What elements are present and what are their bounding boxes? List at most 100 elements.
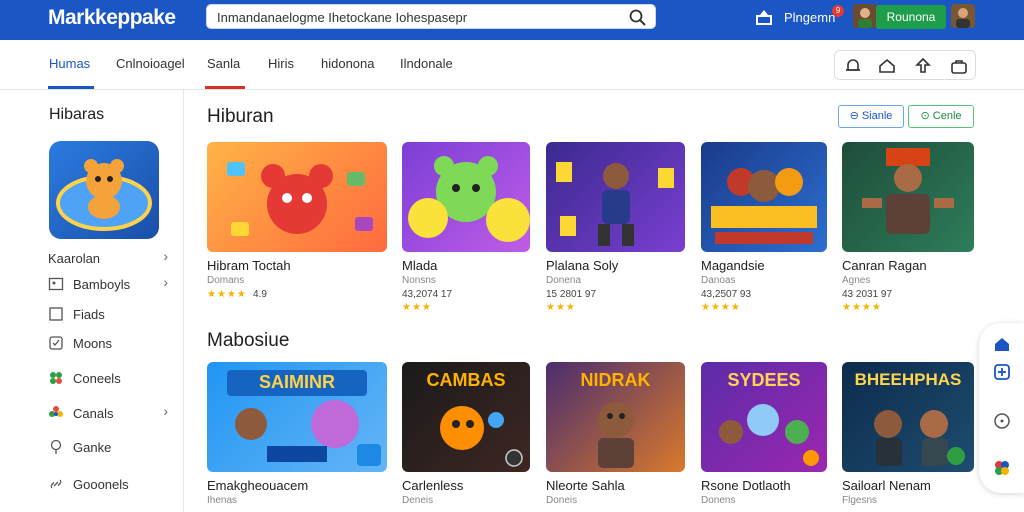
- game-thumbnail: [701, 142, 827, 252]
- pin-icon: [50, 439, 62, 454]
- game-thumbnail: [842, 142, 974, 252]
- game-publisher: Domans: [207, 275, 245, 286]
- rating-value: 43,2074 17: [402, 289, 453, 300]
- sidebar: Hibaras Kaarolan › Bamboyls › Fiads Moon…: [0, 90, 184, 512]
- filter-label: Cenle: [932, 110, 962, 122]
- game-card[interactable]: Mlada Nonsns 43,2074 17 ★★★: [402, 142, 530, 313]
- home-icon[interactable]: [877, 56, 897, 76]
- bell-icon[interactable]: [843, 56, 863, 76]
- tab-hidonona[interactable]: hidonona: [321, 56, 375, 71]
- game-card[interactable]: Plalana Soly Donena 15 2801 97 ★★★: [546, 142, 685, 313]
- game-thumbnail: [207, 142, 387, 252]
- sidebar-item-label: Moons: [73, 336, 113, 351]
- game-title: Hibram Toctah: [207, 258, 291, 273]
- game-card[interactable]: Magandsie Danoas 43,2507 93 ★★★★: [701, 142, 827, 313]
- game-banner-text: SAIMINR: [259, 372, 335, 392]
- rating-stars: ★★★★: [207, 289, 247, 300]
- sidebar-item-label: Canals: [73, 406, 114, 421]
- game-thumbnail: [546, 142, 685, 252]
- floating-action-rail: [979, 323, 1024, 493]
- game-card[interactable]: Canran Ragan Agnes 43 2031 97 ★★★★: [842, 142, 974, 313]
- rating-stars: ★★★★: [701, 302, 741, 313]
- rating-value: 15 2801 97: [546, 289, 597, 300]
- account-button[interactable]: Rounona: [876, 5, 946, 29]
- game-publisher: Deneis: [402, 495, 434, 506]
- game-banner-text: BHEEHPHAS: [854, 370, 962, 389]
- avatar[interactable]: [853, 4, 877, 28]
- filter-label: Sianle: [861, 110, 893, 122]
- hover-tab-indicator: [205, 86, 245, 89]
- sidebar-item-label: Gooonels: [73, 477, 129, 492]
- search-icon[interactable]: [627, 7, 649, 27]
- apps-icon[interactable]: [993, 459, 1011, 477]
- game-publisher: Ihenas: [207, 495, 238, 506]
- program-link[interactable]: Plngemn: [784, 10, 835, 25]
- search-box: [206, 4, 656, 29]
- rating-value: 43,2507 93: [701, 289, 752, 300]
- flower-icon: [49, 406, 63, 417]
- game-publisher: Doneis: [546, 495, 578, 506]
- sidebar-item-fiads[interactable]: Fiads: [48, 304, 168, 326]
- filter-icon: ⊙: [920, 110, 933, 122]
- sidebar-item-moons[interactable]: Moons: [48, 333, 168, 355]
- search-input[interactable]: [217, 8, 617, 26]
- sidebar-featured[interactable]: Kaarolan ›: [48, 248, 168, 270]
- game-title: Emakgheouacem: [207, 478, 309, 493]
- sidebar-item-bamboyls[interactable]: Bamboyls ›: [48, 274, 168, 296]
- game-title: Mlada: [402, 258, 438, 273]
- game-card[interactable]: BHEEHPHAS Sailoarl Nenam Flgesns: [842, 362, 974, 512]
- filter-button-cenle[interactable]: ⊙ Cenle: [908, 105, 974, 128]
- tab-sanla[interactable]: Sanla: [207, 56, 240, 71]
- sidebar-item-label: Ganke: [73, 440, 112, 455]
- rating-stars: ★★★★: [842, 302, 882, 313]
- tab-hiris[interactable]: Hiris: [268, 56, 294, 71]
- filter-icon: ⊖: [849, 110, 862, 122]
- sidebar-item-ganke[interactable]: Ganke: [48, 437, 168, 459]
- section-title-hiburan: Hiburan: [207, 106, 274, 127]
- game-publisher: Agnes: [842, 275, 871, 286]
- game-publisher: Nonsns: [402, 275, 436, 286]
- add-icon[interactable]: [993, 363, 1011, 381]
- game-title: Carlenless: [402, 478, 464, 493]
- game-card[interactable]: SYDEES Rsone Dotlaoth Donens: [701, 362, 827, 512]
- bag-icon[interactable]: [949, 56, 969, 76]
- sidebar-item-gooonels[interactable]: Gooonels: [48, 474, 168, 496]
- game-publisher: Donens: [701, 495, 736, 506]
- tab-ilndonale[interactable]: Ilndonale: [400, 56, 453, 71]
- game-publisher: Donena: [546, 275, 582, 286]
- app-logo[interactable]: Markkeppake: [48, 6, 176, 30]
- sidebar-item-label: Fiads: [73, 307, 105, 322]
- notification-badge: 9: [832, 5, 844, 17]
- link-icon: [50, 479, 62, 489]
- tab-cnlnoioagel[interactable]: Cnlnoioagel: [116, 56, 185, 71]
- rating-value: 43 2031 97: [842, 289, 893, 300]
- top-bar: Markkeppake Plngemn 9 Rounona: [0, 0, 1024, 40]
- game-publisher: Flgesns: [842, 495, 878, 506]
- more-icon[interactable]: [993, 412, 1011, 430]
- upload-icon[interactable]: [754, 7, 774, 27]
- featured-image[interactable]: [49, 141, 159, 239]
- game-card[interactable]: NIDRAK Nleorte Sahla Doneis: [546, 362, 685, 512]
- sidebar-featured-label: Kaarolan: [48, 251, 101, 266]
- game-card[interactable]: CAMBAS Carlenless Deneis: [402, 362, 530, 512]
- game-thumbnail: SYDEES: [701, 362, 827, 472]
- rating-value: 4.9: [253, 289, 267, 300]
- filter-button-sianle[interactable]: ⊖ Sianle: [838, 105, 904, 128]
- sidebar-item-canals[interactable]: Canals ›: [48, 403, 168, 425]
- profile-avatar[interactable]: [951, 4, 975, 28]
- rating-stars: ★★★: [546, 302, 576, 313]
- chevron-right-icon: ›: [163, 274, 168, 290]
- game-thumbnail: SAIMINR: [207, 362, 387, 472]
- chevron-right-icon: ›: [163, 403, 168, 419]
- sidebar-item-label: Bamboyls: [73, 277, 131, 292]
- tab-humas[interactable]: Humas: [49, 56, 90, 71]
- game-title: Canran Ragan: [842, 258, 927, 273]
- share-icon[interactable]: [913, 56, 933, 76]
- rating-stars: ★★★: [402, 302, 432, 313]
- home-icon[interactable]: [993, 335, 1011, 353]
- game-card[interactable]: SAIMINR Emakgheouacem Ihenas: [207, 362, 387, 512]
- game-thumbnail: [402, 142, 530, 252]
- game-title: Rsone Dotlaoth: [701, 478, 791, 493]
- sidebar-item-coneels[interactable]: Coneels: [48, 368, 168, 390]
- game-card[interactable]: Hibram Toctah Domans ★★★★ 4.9: [207, 142, 387, 312]
